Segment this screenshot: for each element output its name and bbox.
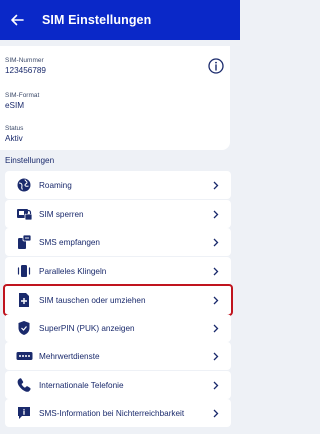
sms-phone-icon bbox=[13, 228, 35, 256]
arrow-left-icon bbox=[11, 14, 24, 26]
settings-item-value-added-services[interactable]: Mehrwertdienste bbox=[5, 342, 231, 370]
status-label: Status bbox=[5, 125, 24, 132]
settings-item-label: SMS-Information bei Nichterreichbarkeit bbox=[39, 408, 185, 418]
settings-item-label: SIM tauschen oder umziehen bbox=[39, 295, 146, 305]
settings-section-title: Einstellungen bbox=[5, 156, 55, 165]
settings-item-sms-receive[interactable]: SMS empfangen bbox=[5, 228, 231, 256]
settings-item-parallel-ringing[interactable]: Paralleles Klingeln bbox=[5, 257, 231, 285]
sim-number-field: SIM-Nummer 123456789 bbox=[5, 56, 46, 76]
settings-item-roaming[interactable]: Roaming bbox=[5, 171, 231, 199]
settings-item-sms-unreachable-info[interactable]: SMS-Information bei Nichterreichbarkeit bbox=[5, 399, 231, 427]
chevron-right-icon bbox=[209, 228, 223, 256]
settings-item-sim-swap[interactable]: SIM tauschen oder umziehen bbox=[5, 286, 231, 314]
settings-item-label: Mehrwertdienste bbox=[39, 351, 100, 361]
chevron-right-icon bbox=[209, 399, 223, 427]
settings-item-label: SIM sperren bbox=[39, 209, 84, 219]
page-title: SIM Einstellungen bbox=[42, 13, 152, 27]
keypad-icon bbox=[13, 342, 35, 370]
shield-icon bbox=[13, 314, 35, 342]
globe-icon bbox=[13, 171, 35, 199]
back-button[interactable] bbox=[2, 0, 32, 40]
settings-item-superpin[interactable]: SuperPIN (PUK) anzeigen bbox=[5, 314, 231, 342]
app-header: SIM Einstellungen bbox=[0, 0, 240, 40]
message-info-icon bbox=[13, 399, 35, 427]
settings-item-label: SuperPIN (PUK) anzeigen bbox=[39, 323, 135, 333]
settings-item-label: SMS empfangen bbox=[39, 237, 100, 247]
chevron-right-icon bbox=[209, 286, 223, 314]
info-button[interactable] bbox=[208, 58, 224, 74]
status-field: Status Aktiv bbox=[5, 124, 23, 144]
chevron-right-icon bbox=[209, 371, 223, 399]
settings-item-label: Paralleles Klingeln bbox=[39, 266, 107, 276]
settings-item-label: Roaming bbox=[39, 180, 72, 190]
settings-item-international-calls[interactable]: Internationale Telefonie bbox=[5, 371, 231, 399]
status-value: Aktiv bbox=[5, 134, 23, 143]
sim-format-label: SIM-Format bbox=[5, 92, 40, 99]
settings-item-sim-lock[interactable]: SIM sperren bbox=[5, 200, 231, 228]
info-icon bbox=[208, 58, 224, 74]
chevron-right-icon bbox=[209, 200, 223, 228]
sim-add-icon bbox=[13, 286, 35, 314]
sim-format-field: SIM-Format eSIM bbox=[5, 91, 39, 111]
phone-icon bbox=[13, 371, 35, 399]
sim-format-value: eSIM bbox=[5, 101, 25, 110]
sim-number-label: SIM-Nummer bbox=[5, 57, 44, 64]
sim-lock-icon bbox=[13, 200, 35, 228]
vibrating-phone-icon bbox=[13, 257, 35, 285]
settings-item-label: Internationale Telefonie bbox=[39, 380, 124, 390]
sim-number-value: 123456789 bbox=[5, 66, 46, 75]
chevron-right-icon bbox=[209, 342, 223, 370]
sim-info-card: SIM-Nummer 123456789 SIM-Format eSIM Sta… bbox=[0, 46, 230, 150]
chevron-right-icon bbox=[209, 171, 223, 199]
chevron-right-icon bbox=[209, 314, 223, 342]
chevron-right-icon bbox=[209, 257, 223, 285]
